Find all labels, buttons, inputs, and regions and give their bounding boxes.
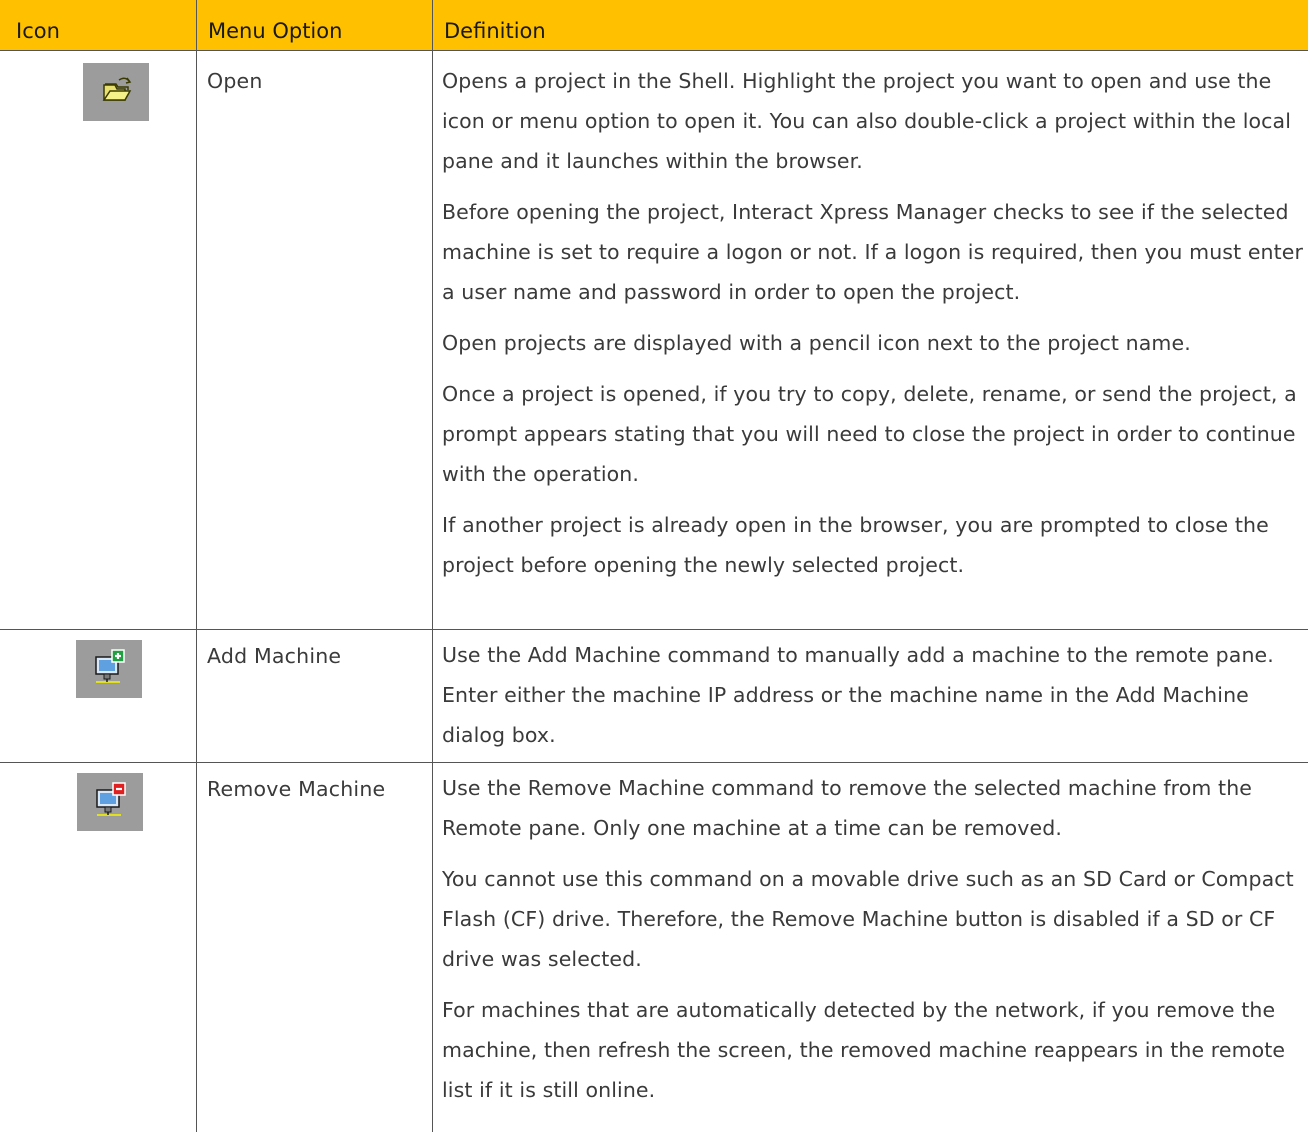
definition-paragraph: You cannot use this command on a movable… xyxy=(442,867,1294,971)
icon-cell xyxy=(0,763,197,1132)
menu-option-cell: Remove Machine xyxy=(197,763,433,1132)
definition-paragraph: Open projects are displayed with a penci… xyxy=(442,331,1191,355)
definition-cell: Opens a project in the Shell. Highlight … xyxy=(433,51,1308,629)
menu-options-table: Icon Menu Option Definition Open Opens a… xyxy=(0,0,1308,1132)
table-row-remove-machine: Remove Machine Use the Remove Machine co… xyxy=(0,763,1308,1132)
icon-cell xyxy=(0,630,197,762)
definition-cell: Use the Add Machine command to manually … xyxy=(433,630,1308,762)
table-header-row: Icon Menu Option Definition xyxy=(0,0,1308,51)
menu-option-cell: Add Machine xyxy=(197,630,433,762)
add-machine-icon xyxy=(76,640,142,698)
definition-paragraph: If another project is already open in th… xyxy=(442,513,1269,577)
table-row-open: Open Opens a project in the Shell. Highl… xyxy=(0,51,1308,630)
header-definition: Definition xyxy=(444,19,546,43)
header-menu-option: Menu Option xyxy=(197,0,433,50)
table-row-add-machine: Add Machine Use the Add Machine command … xyxy=(0,630,1308,763)
menu-option-label: Add Machine xyxy=(207,644,342,668)
definition-paragraph: Use the Remove Machine command to remove… xyxy=(442,776,1252,840)
icon-cell xyxy=(0,51,197,629)
definition-paragraph: Opens a project in the Shell. Highlight … xyxy=(442,69,1292,173)
definition-paragraph: For machines that are automatically dete… xyxy=(442,998,1286,1102)
definition-paragraph: Use the Add Machine command to manually … xyxy=(442,643,1274,747)
menu-option-label: Open xyxy=(207,69,263,93)
definition-paragraph: Before opening the project, Interact Xpr… xyxy=(442,200,1304,304)
definition-cell: Use the Remove Machine command to remove… xyxy=(433,763,1308,1132)
definition-paragraph: Once a project is opened, if you try to … xyxy=(442,382,1297,486)
menu-option-cell: Open xyxy=(197,51,433,629)
menu-option-label: Remove Machine xyxy=(207,777,386,801)
header-icon: Icon xyxy=(0,0,197,50)
remove-machine-icon xyxy=(77,773,143,831)
open-folder-icon xyxy=(83,63,149,121)
